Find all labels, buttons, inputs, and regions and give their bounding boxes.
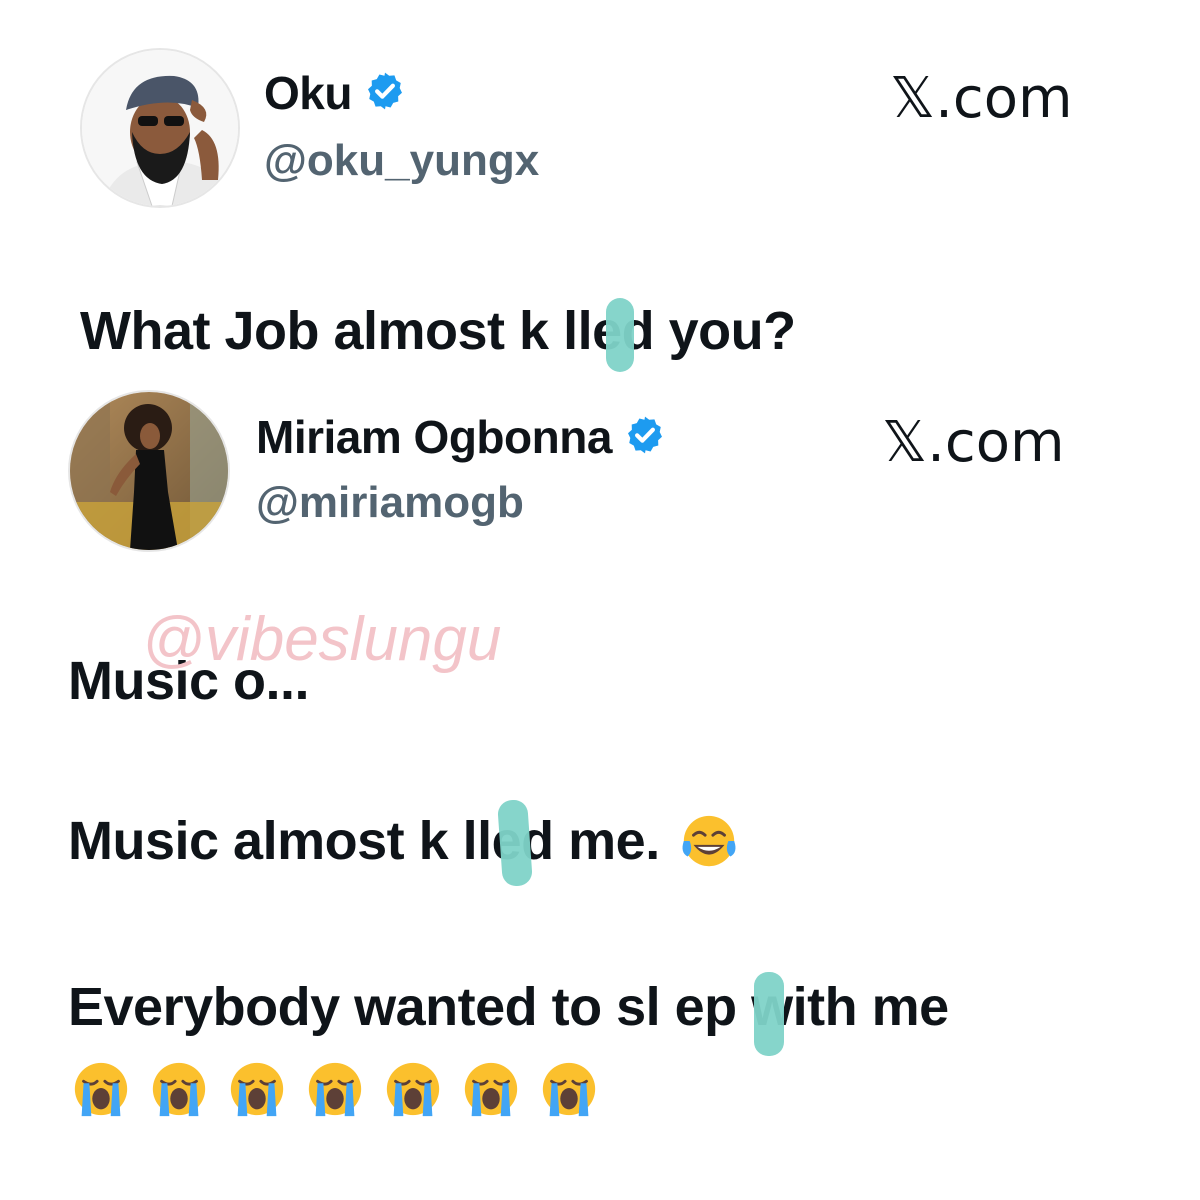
- miriam-handle[interactable]: @miriamogb: [256, 478, 524, 528]
- face-with-tears-of-joy-icon: [682, 815, 736, 867]
- crying-emoji-row: [70, 1058, 600, 1120]
- censor-mark-3: [754, 972, 784, 1056]
- loudly-crying-face-icon: [464, 1062, 518, 1117]
- reply-line-2-text: Music almost k lled me.: [68, 811, 660, 871]
- loudly-crying-face-icon: [542, 1062, 596, 1117]
- loudly-crying-face-icon: [386, 1062, 440, 1117]
- censor-mark-2: [497, 799, 533, 887]
- loudly-crying-face-icon: [152, 1062, 206, 1117]
- miriam-avatar-photo: [70, 392, 228, 550]
- verified-badge-icon: [364, 70, 406, 117]
- oku-display-name[interactable]: Oku: [264, 66, 352, 120]
- x-brand-text-1: 𝕏.com: [890, 66, 1073, 131]
- watermark-text: @vibeslungu: [142, 605, 502, 674]
- x-brand-logo-1: 𝕏.com: [890, 66, 1073, 131]
- censor-mark-1: [606, 298, 634, 372]
- oku-avatar-illustration: [82, 50, 238, 206]
- reply-line-2: Music almost k lled me.: [68, 810, 740, 872]
- avatar-oku[interactable]: [80, 48, 240, 208]
- x-brand-text-2: 𝕏.com: [882, 410, 1065, 475]
- question-text: What Job almost k lled you?: [80, 300, 796, 362]
- oku-name-row: Oku: [264, 66, 406, 120]
- oku-handle[interactable]: @oku_yungx: [264, 136, 539, 186]
- loudly-crying-face-icon: [308, 1062, 362, 1117]
- verified-badge-icon: [624, 414, 666, 461]
- question-text-content: What Job almost k lled you?: [80, 301, 796, 361]
- loudly-crying-face-icon: [230, 1062, 284, 1117]
- miriam-name-row: Miriam Ogbonna: [256, 410, 666, 464]
- x-brand-logo-2: 𝕏.com: [882, 410, 1065, 475]
- avatar-miriam[interactable]: [68, 390, 230, 552]
- miriam-display-name[interactable]: Miriam Ogbonna: [256, 410, 612, 464]
- reply-line-3: Everybody wanted to sl ep with me: [68, 977, 949, 1037]
- loudly-crying-face-icon: [74, 1062, 128, 1117]
